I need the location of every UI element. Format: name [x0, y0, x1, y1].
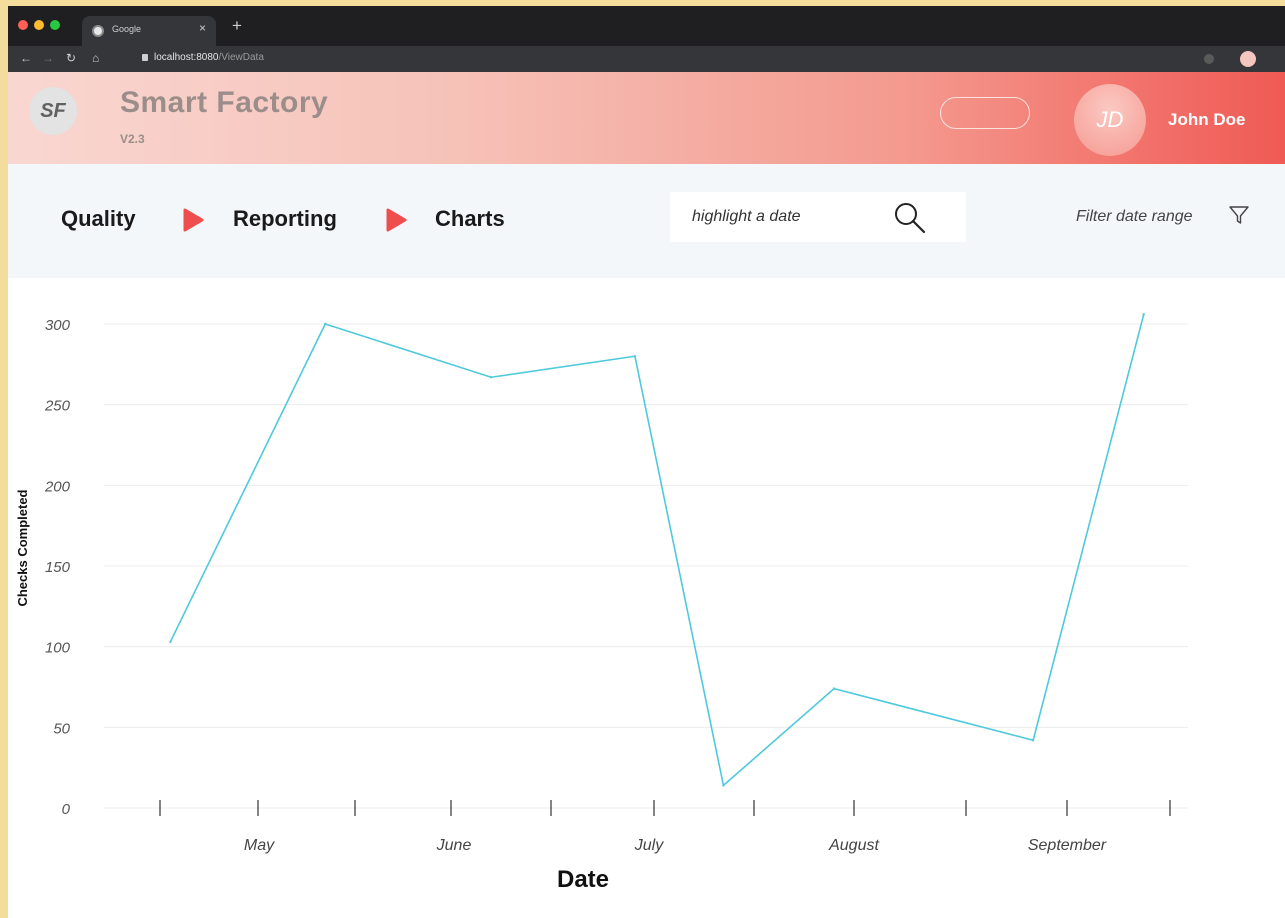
x-tick-label: September	[1028, 837, 1107, 854]
breadcrumb-arrow-icon	[386, 208, 407, 232]
breadcrumb-charts[interactable]: Charts	[435, 206, 505, 232]
profile-icon[interactable]	[1240, 51, 1256, 67]
browser-tab[interactable]: Google ×	[82, 16, 216, 46]
y-tick-label: 200	[44, 478, 71, 495]
google-favicon-icon	[92, 25, 104, 37]
data-point	[1031, 739, 1035, 742]
browser-window: Google × + ← → ↻ ⌂ localhost:8080/ViewDa…	[8, 6, 1285, 918]
header-pill-button[interactable]	[940, 97, 1030, 129]
breadcrumb-toolbar: Quality Reporting Charts Filter date ran…	[8, 164, 1285, 278]
data-point	[1142, 313, 1145, 316]
forward-arrow-icon[interactable]: →	[42, 51, 54, 65]
data-point	[722, 784, 725, 787]
search-input[interactable]	[692, 206, 872, 228]
close-window-icon[interactable]	[18, 20, 28, 30]
new-tab-icon[interactable]: +	[232, 16, 242, 36]
data-point	[489, 376, 493, 379]
avatar[interactable]: JD	[1074, 84, 1146, 156]
search-box	[670, 192, 966, 242]
home-icon[interactable]: ⌂	[92, 51, 99, 65]
search-icon[interactable]	[892, 200, 928, 236]
back-arrow-icon[interactable]: ←	[20, 51, 32, 65]
breadcrumb-arrow-icon	[183, 208, 204, 232]
tab-title: Google	[112, 24, 142, 34]
url-field[interactable]: localhost:8080/ViewData	[154, 52, 264, 63]
app-name: Smart Factory	[120, 86, 329, 119]
minimize-window-icon[interactable]	[34, 20, 44, 30]
x-axis-title: Date	[556, 866, 610, 893]
y-tick-label: 100	[45, 640, 71, 657]
y-tick-label: 50	[53, 720, 70, 737]
browser-tab-bar: Google × +	[8, 6, 1285, 46]
x-tick-label: June	[436, 837, 472, 854]
x-tick-label: July	[634, 837, 664, 854]
browser-address-bar: ← → ↻ ⌂ localhost:8080/ViewData	[8, 46, 1285, 72]
extension-icon[interactable]	[1204, 54, 1214, 64]
user-name[interactable]: John Doe	[1168, 110, 1245, 130]
x-tick-label: August	[828, 837, 879, 854]
y-tick-label: 250	[44, 398, 71, 415]
app-logo[interactable]: SF	[29, 87, 77, 135]
maximize-window-icon[interactable]	[50, 20, 60, 30]
tab-close-icon[interactable]: ×	[199, 21, 206, 35]
line-chart: 0 50 100 150 200 250 300 May June July August Septe…	[44, 313, 1188, 854]
y-tick-label: 300	[45, 317, 71, 334]
filter-date-range[interactable]: Filter date range	[1076, 208, 1193, 226]
app-header: SF Smart Factory V2.3 JD John Doe	[8, 72, 1285, 164]
app-version: V2.3	[120, 132, 145, 146]
data-point	[633, 355, 637, 358]
y-axis-title: Checks Completed	[14, 468, 34, 628]
y-tick-label: 0	[62, 801, 71, 818]
filter-funnel-icon[interactable]	[1228, 204, 1250, 226]
data-point	[832, 687, 836, 690]
reload-icon[interactable]: ↻	[66, 51, 76, 65]
breadcrumb-quality[interactable]: Quality	[61, 206, 136, 232]
x-tick-label: May	[244, 837, 275, 854]
series-line	[169, 314, 1145, 787]
data-point	[169, 640, 172, 644]
y-axis-title-text: Checks Completed	[15, 489, 30, 607]
url-host: localhost:8080	[154, 52, 219, 63]
breadcrumb-reporting[interactable]: Reporting	[233, 206, 337, 232]
lock-icon	[142, 54, 148, 61]
url-path: /ViewData	[218, 52, 264, 63]
data-point	[324, 322, 327, 326]
y-tick-label: 150	[45, 559, 71, 576]
